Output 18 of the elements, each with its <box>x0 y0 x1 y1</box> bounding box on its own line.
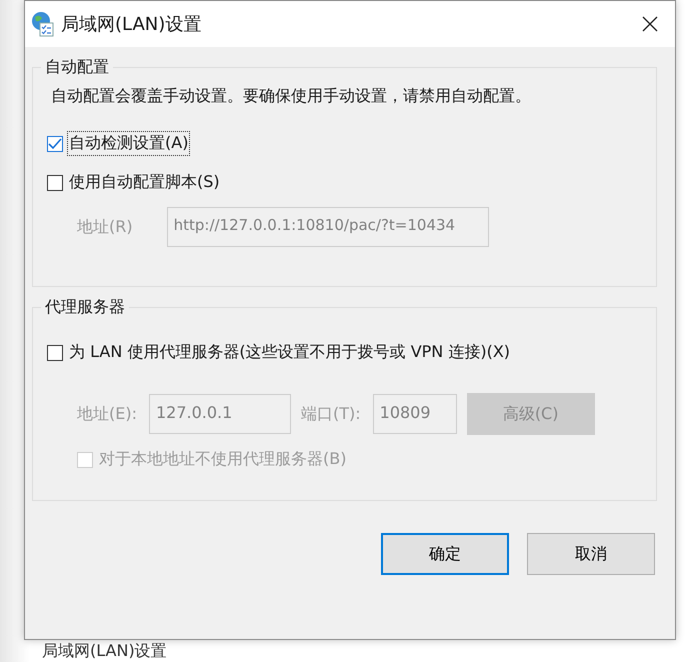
ok-button[interactable]: 确定 <box>381 533 509 575</box>
globe-settings-icon <box>31 11 55 37</box>
close-icon <box>642 16 658 32</box>
checkbox-label[interactable]: 使用自动配置脚本(S) <box>67 170 222 195</box>
checkbox[interactable] <box>47 136 63 152</box>
group-title: 代理服务器 <box>44 297 126 318</box>
checkbox[interactable] <box>47 174 63 190</box>
field-label: 地址(R) <box>77 216 133 238</box>
checkbox-label[interactable]: 为 LAN 使用代理服务器(这些设置不用于拨号或 VPN 连接)(X) <box>67 340 512 365</box>
checkbox-label[interactable]: 自动检测设置(A) <box>67 131 190 156</box>
field-label: 地址(E): <box>77 404 137 424</box>
group-title: 自动配置 <box>44 57 110 78</box>
cancel-button[interactable]: 取消 <box>527 533 655 575</box>
window-title: 局域网(LAN)设置 <box>61 13 202 36</box>
checkbox[interactable] <box>47 344 63 360</box>
field-label: 端口(T): <box>300 404 361 424</box>
description-text: 自动配置会覆盖手动设置。要确保使用手动设置，请禁用自动配置。 <box>51 86 532 107</box>
background-window-title: 局域网(LAN)设置 <box>42 641 167 662</box>
